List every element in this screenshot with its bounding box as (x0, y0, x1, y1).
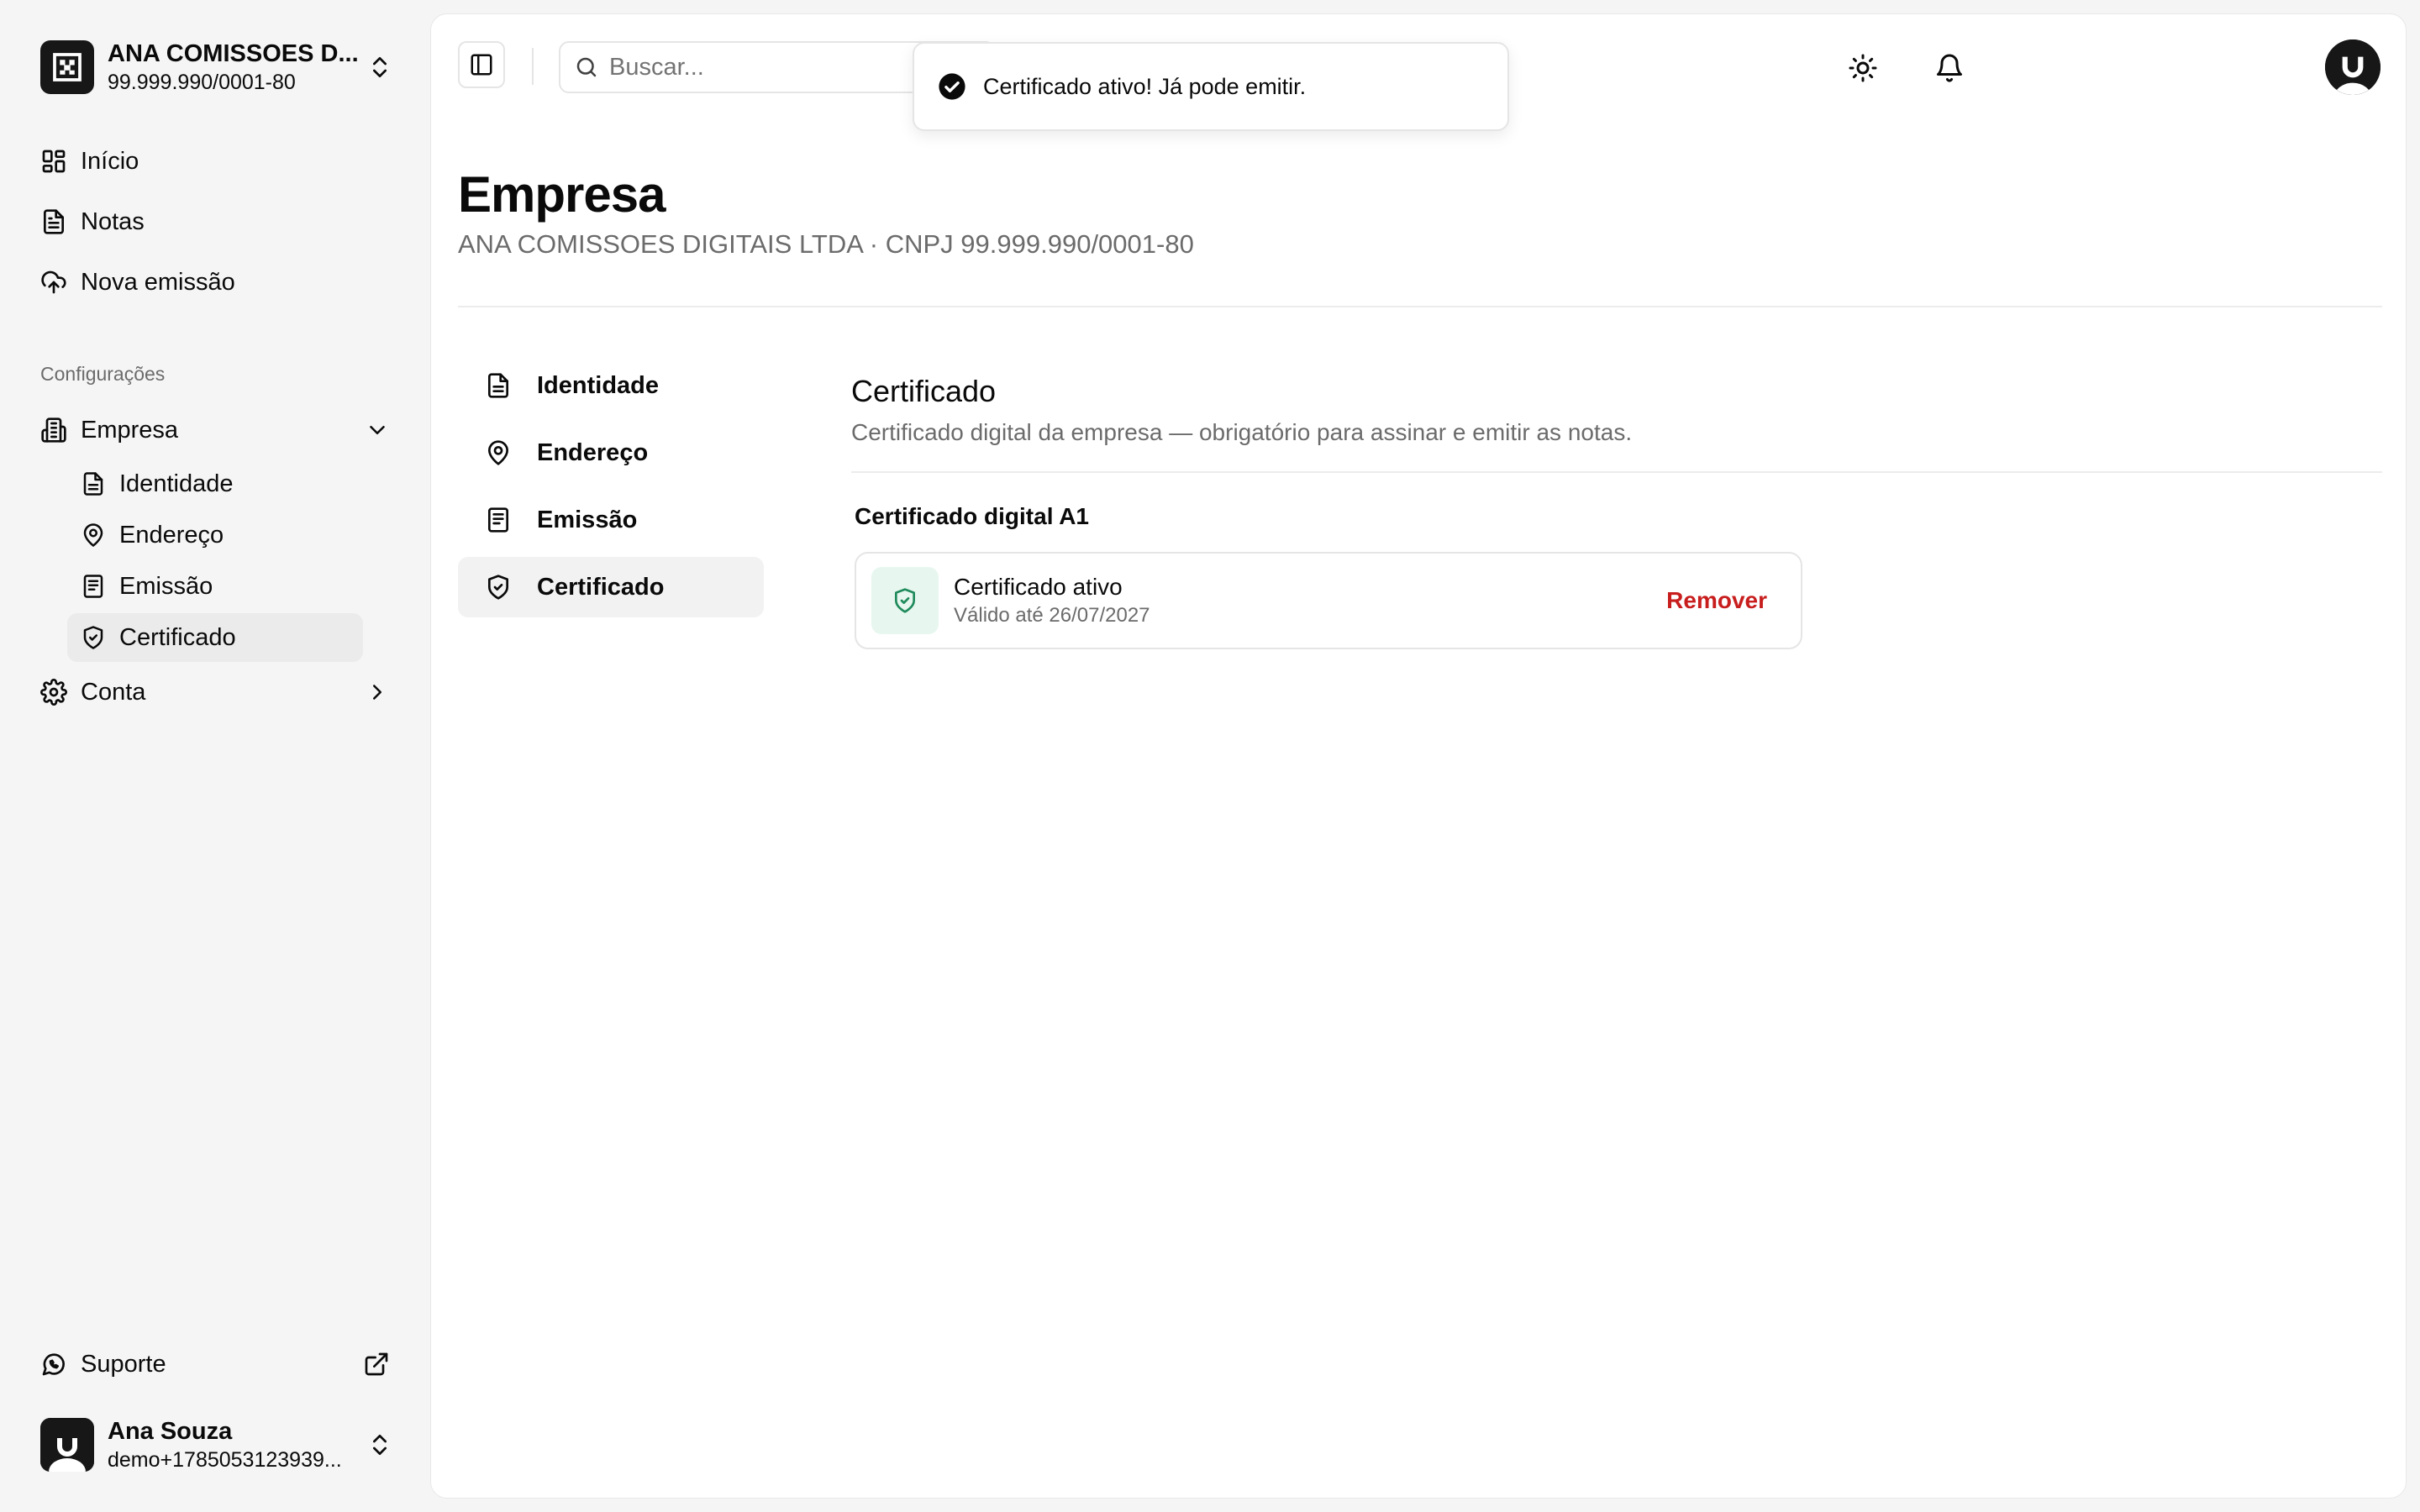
empresa-submenu: Identidade Endereço Emissão Certificado (67, 459, 397, 662)
tab-identidade[interactable]: Identidade (458, 355, 764, 416)
sidebar-item-label: Conta (81, 678, 146, 706)
tab-emissao[interactable]: Emissão (458, 490, 764, 550)
toolbar-divider (532, 48, 534, 85)
sidebar-item-identidade[interactable]: Identidade (67, 459, 363, 508)
chevrons-up-down-icon (373, 1435, 387, 1455)
org-logo (40, 40, 94, 94)
sidebar-item-emissao[interactable]: Emissão (67, 562, 363, 611)
chevron-down-icon (370, 426, 385, 434)
map-pin-icon (488, 440, 508, 465)
building-icon (41, 417, 66, 443)
sidebar-item-label: Identidade (119, 470, 234, 497)
certificate-card: Certificado ativo Válido até 26/07/2027 … (855, 552, 1802, 649)
org-cnpj: 99.999.990/0001-80 (108, 71, 296, 94)
page-subtitle: ANA COMISSOES DIGITAIS LTDA · CNPJ 99.99… (458, 229, 1194, 259)
sidebar-item-conta[interactable]: Conta (27, 665, 397, 719)
success-toast: Certificado ativo! Já pode emitir. (913, 42, 1509, 131)
whatsapp-icon (42, 1353, 65, 1376)
certificate-section: Certificado Certificado digital da empre… (851, 372, 2382, 649)
sidebar-item-empresa[interactable]: Empresa (27, 403, 397, 457)
notifications-button[interactable] (1923, 41, 1976, 95)
app-window: ANA COMISSOES D... 99.999.990/0001-80 In… (0, 0, 2420, 1512)
theme-toggle-button[interactable] (1836, 41, 1890, 95)
sidebar: ANA COMISSOES D... 99.999.990/0001-80 In… (0, 0, 430, 1512)
config-section-label: Configurações (40, 363, 166, 385)
sidebar-item-label: Emissão (119, 572, 213, 600)
shield-check-icon (895, 588, 915, 613)
certificate-type-label: Certificado digital A1 (855, 503, 1090, 529)
sidebar-toggle-button[interactable] (458, 41, 505, 88)
panel-left-icon (471, 54, 492, 76)
receipt-icon (488, 507, 508, 533)
settings-subnav: Identidade Endereço Emissão Certificado (458, 355, 764, 624)
org-name: ANA COMISSOES D... (108, 40, 359, 67)
check-circle-icon (939, 73, 965, 100)
nav-item-notas[interactable]: Notas (27, 195, 397, 249)
section-title: Certificado (851, 374, 997, 408)
main-nav: Início Notas Nova emissão (27, 134, 397, 316)
cloud-upload-icon (41, 270, 66, 294)
nav-item-inicio[interactable]: Início (27, 134, 397, 188)
user-email: demo+1785053123939... (108, 1448, 342, 1472)
sidebar-item-label: Endereço (119, 521, 224, 549)
search-icon (576, 57, 597, 77)
shield-check-icon (488, 575, 508, 600)
nav-item-label: Início (81, 147, 139, 175)
tab-label: Certificado (537, 573, 665, 601)
config-group: Empresa Identidade Endereço Emissão Cert… (27, 403, 397, 719)
sun-icon (1849, 54, 1877, 82)
support-label: Suporte (81, 1350, 166, 1378)
toast-message: Certificado ativo! Já pode emitir. (983, 73, 1307, 99)
file-text-icon (488, 373, 508, 398)
tab-label: Identidade (537, 371, 660, 399)
shield-check-icon (83, 626, 103, 649)
certificate-status: Certificado ativo (954, 574, 1123, 600)
remove-certificate-button[interactable]: Remover (1666, 587, 1767, 614)
sidebar-item-label: Empresa (81, 416, 179, 444)
sidebar-item-label: Certificado (119, 623, 236, 651)
section-divider (851, 471, 2382, 473)
tab-label: Endereço (537, 438, 649, 466)
nav-item-nova-emissao[interactable]: Nova emissão (27, 255, 397, 309)
tab-endereco[interactable]: Endereço (458, 423, 764, 483)
header-divider (458, 306, 2382, 307)
receipt-icon (83, 575, 103, 598)
user-name: Ana Souza (108, 1418, 233, 1445)
avatar (40, 1418, 94, 1472)
file-text-icon (44, 209, 64, 234)
user-avatar-button[interactable] (2325, 39, 2381, 95)
certificate-status-icon (871, 567, 939, 634)
nav-item-label: Notas (81, 207, 145, 235)
external-link-icon (365, 1352, 388, 1376)
user-switcher[interactable]: Ana Souza demo+1785053123939... (40, 1415, 393, 1475)
tab-label: Emissão (537, 506, 638, 533)
bell-icon (1937, 54, 1962, 82)
support-link[interactable]: Suporte (27, 1337, 397, 1391)
org-switcher[interactable]: ANA COMISSOES D... 99.999.990/0001-80 (40, 39, 393, 96)
chevron-right-icon (373, 685, 381, 700)
gear-icon (40, 679, 67, 706)
file-text-icon (83, 472, 103, 496)
sidebar-item-certificado[interactable]: Certificado (67, 613, 363, 662)
certificate-validity: Válido até 26/07/2027 (954, 604, 1150, 627)
page-title: Empresa (458, 166, 666, 223)
nav-item-label: Nova emissão (81, 268, 235, 296)
grid-icon (42, 150, 66, 173)
tab-certificado[interactable]: Certificado (458, 557, 764, 617)
section-description: Certificado digital da empresa — obrigat… (851, 419, 1633, 445)
chevrons-up-down-icon (373, 57, 387, 77)
main-panel: Empresa ANA COMISSOES DIGITAIS LTDA · CN… (430, 13, 2407, 1499)
map-pin-icon (83, 523, 103, 547)
sidebar-item-endereco[interactable]: Endereço (67, 511, 363, 559)
